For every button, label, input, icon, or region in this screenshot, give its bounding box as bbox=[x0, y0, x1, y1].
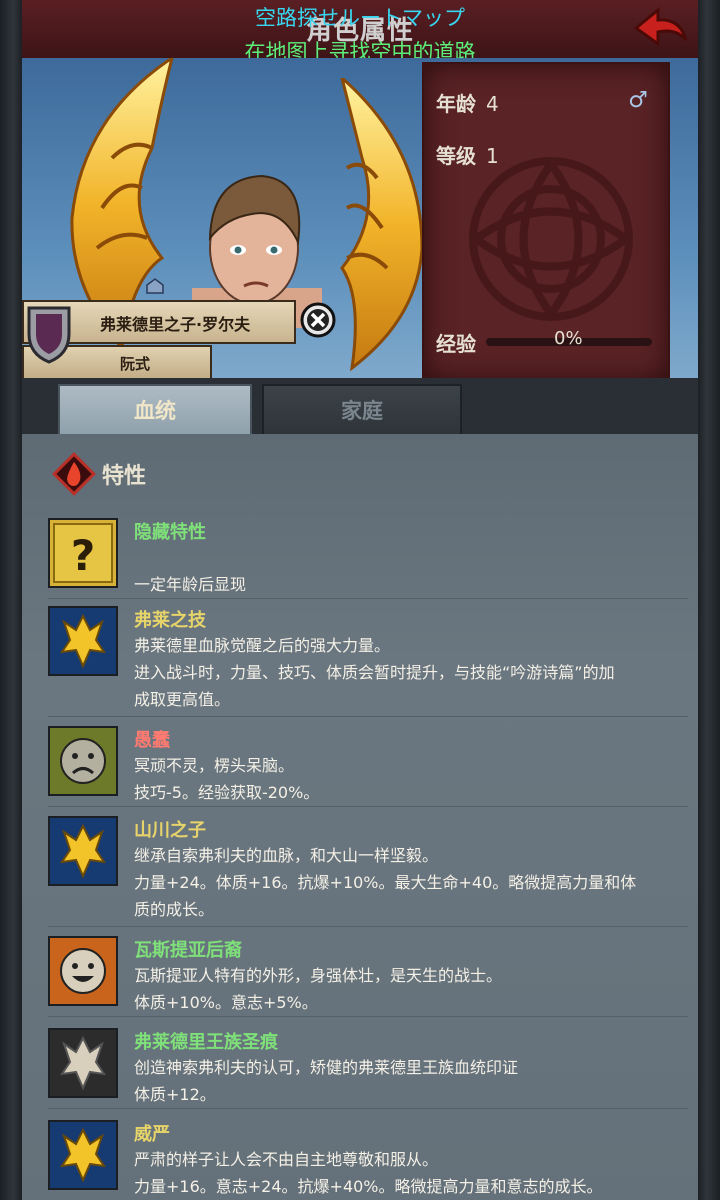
trait-name: 山川之子 bbox=[134, 820, 206, 841]
tab-bar: 血统 家庭 bbox=[22, 378, 698, 436]
silver-crest-icon bbox=[48, 1028, 118, 1098]
character-surname: 阮式 bbox=[120, 355, 151, 373]
trait-name: 弗莱之技 bbox=[134, 610, 206, 631]
age-label: 年龄 bbox=[436, 92, 476, 116]
age-value: 4 bbox=[486, 92, 499, 116]
divider bbox=[48, 1016, 688, 1017]
trait-name: 弗莱德里王族圣痕 bbox=[134, 1032, 278, 1053]
smile-face-icon bbox=[48, 936, 118, 1006]
svg-text:?: ? bbox=[71, 531, 95, 580]
divider bbox=[48, 926, 688, 927]
overlay-text-jp: 空路探せルートマップ bbox=[255, 6, 465, 30]
traits-panel: 特性 ? 隐藏特性 一定年龄后显现 弗莱之技 弗莱德里血脉觉醒之后的强大力量。进… bbox=[22, 434, 698, 1200]
left-border bbox=[0, 0, 22, 1200]
stats-banner: 年龄 4 ♂ 等级 1 经验 0% bbox=[422, 62, 670, 382]
section-title: 特性 bbox=[102, 464, 147, 489]
back-arrow-icon[interactable] bbox=[632, 6, 690, 52]
sad-face-icon bbox=[48, 726, 118, 796]
trait-desc: 继承自索弗利夫的血脉，和大山一样坚毅。 力量+24。体质+16。抗爆+10%。最大… bbox=[134, 846, 637, 919]
divider bbox=[48, 716, 688, 717]
golden-crest-icon bbox=[48, 816, 118, 886]
trait-desc: 瓦斯提亚人特有的外形，身强体壮，是天生的战士。 体质+10%。意志+5%。 bbox=[134, 966, 503, 1012]
right-wing-icon bbox=[340, 78, 424, 372]
trait-desc: 一定年龄后显现 bbox=[134, 575, 247, 594]
trait-desc: 创造神索弗利夫的认可，矫健的弗莱德里王族血统印证 体质+12。 bbox=[134, 1058, 519, 1104]
section-header: 特性 bbox=[52, 452, 147, 496]
divider bbox=[48, 806, 688, 807]
screen: 角色属性 空路探せルートマップ 在地图上寻找空中的道路 年龄4 ♂ 等级1 bbox=[0, 0, 720, 1200]
exp-percent: 0% bbox=[554, 328, 583, 349]
trait-name: 隐藏特性 bbox=[134, 522, 206, 543]
trait-name: 瓦斯提亚后裔 bbox=[134, 940, 242, 961]
trait-desc: 严肃的样子让人会不由自主地尊敬和服从。 力量+16。意志+24。抗爆+40%。略微… bbox=[134, 1150, 603, 1196]
trait-name: 威严 bbox=[134, 1124, 170, 1145]
close-icon[interactable] bbox=[300, 302, 336, 338]
right-border bbox=[698, 0, 720, 1200]
tab-bloodline[interactable]: 血统 bbox=[58, 384, 252, 436]
golden-crest-icon bbox=[48, 606, 118, 676]
tab-family[interactable]: 家庭 bbox=[262, 384, 462, 436]
male-icon: ♂ bbox=[628, 88, 648, 113]
trait-name: 愚蠢 bbox=[134, 730, 170, 751]
exp-label: 经验 bbox=[436, 332, 476, 356]
fire-icon bbox=[52, 452, 96, 496]
shield-icon bbox=[27, 306, 71, 364]
age-row: 年龄 4 bbox=[436, 88, 499, 117]
divider bbox=[48, 1108, 688, 1109]
character-name: 弗莱德里之子·罗尔夫 bbox=[100, 315, 251, 334]
house-icon bbox=[146, 278, 164, 294]
trait-desc: 冥顽不灵，楞头呆脑。 技巧-5。经验获取-20%。 bbox=[134, 756, 320, 802]
golden-crest-icon bbox=[48, 1120, 118, 1190]
trait-desc: 弗莱德里血脉觉醒之后的强大力量。 进入战斗时，力量、技巧、体质会暂时提升，与技能“… bbox=[134, 636, 615, 709]
celtic-knot-icon bbox=[469, 157, 633, 321]
divider bbox=[48, 598, 688, 599]
question-icon: ? bbox=[48, 518, 118, 588]
